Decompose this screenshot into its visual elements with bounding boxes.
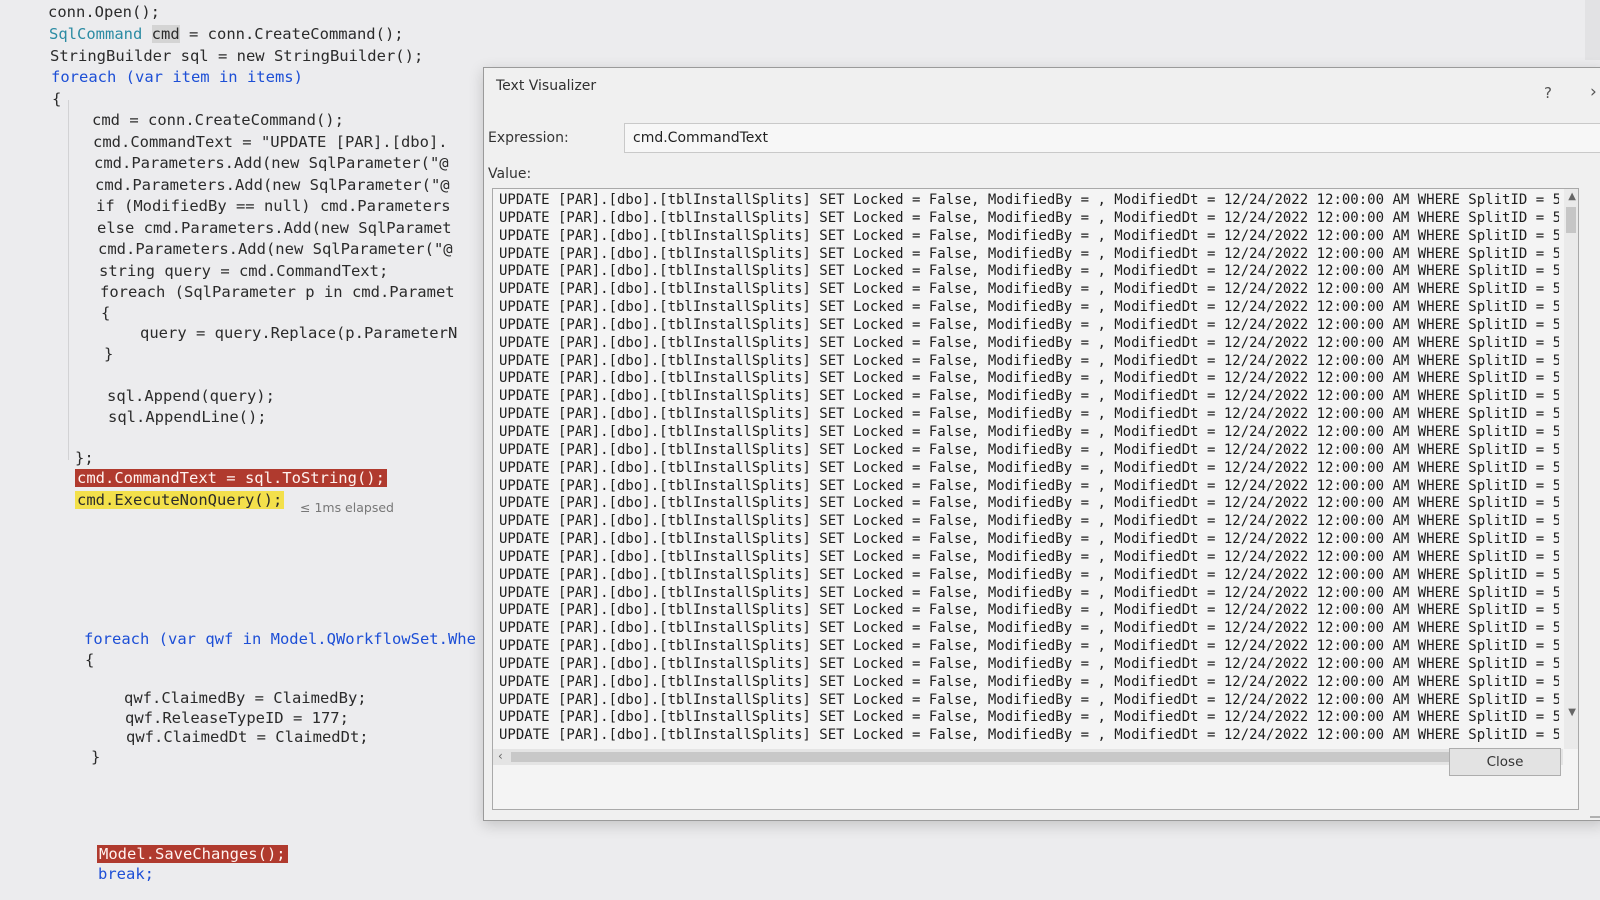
vertical-scrollbar[interactable]: ▲ ▼ <box>1564 189 1578 749</box>
next-statement[interactable]: cmd.ExecuteNonQuery(); <box>75 490 285 510</box>
code-line-3: StringBuilder sql = new StringBuilder(); <box>50 47 424 65</box>
code-line-30: break; <box>98 865 154 883</box>
scroll-thumb[interactable] <box>1566 207 1576 233</box>
perf-tip-elapsed: ≤ 1ms elapsed <box>300 500 394 515</box>
code-line-13: string query = cmd.CommandText; <box>99 262 389 280</box>
current-statement[interactable]: cmd.CommandText = sql.ToString(); <box>75 468 387 488</box>
chevron-up-icon[interactable]: ▲ <box>1568 191 1576 202</box>
code-line-2: SqlCommand cmd = conn.CreateCommand(); <box>49 25 404 43</box>
expression-field[interactable]: cmd.CommandText <box>624 123 1600 153</box>
expression-label: Expression: <box>488 130 569 146</box>
code-line-4: foreach (var item in items) <box>51 68 303 86</box>
value-label: Value: <box>488 166 532 182</box>
code-line-16: query = query.Replace(p.ParameterN <box>140 324 458 342</box>
code-line-9: cmd.Parameters.Add(new SqlParameter("@ <box>95 176 450 194</box>
code-line-11: else cmd.Parameters.Add(new SqlParamet <box>97 219 452 237</box>
code-line-20: }; <box>75 449 94 467</box>
value-text[interactable]: UPDATE [PAR].[dbo].[tblInstallSplits] SE… <box>499 192 1559 744</box>
code-line-26: qwf.ReleaseTypeID = 177; <box>125 709 349 727</box>
code-line-6: cmd = conn.CreateCommand(); <box>92 111 344 129</box>
code-line-1: conn.Open(); <box>48 3 160 21</box>
code-line-8: cmd.Parameters.Add(new SqlParameter("@ <box>94 154 449 172</box>
text-visualizer-dialog: Text Visualizer ? › Expression: cmd.Comm… <box>483 67 1600 821</box>
code-line-14: foreach (SqlParameter p in cmd.Paramet <box>100 283 455 301</box>
resize-grip[interactable] <box>1590 806 1600 818</box>
code-line-23: foreach (var qwf in Model.QWorkflowSet.W… <box>84 630 476 648</box>
code-line-7: cmd.CommandText = "UPDATE [PAR].[dbo]. <box>93 133 448 151</box>
code-line-15: { <box>101 304 111 322</box>
code-line-5: { <box>52 90 62 108</box>
dialog-title: Text Visualizer <box>496 78 597 94</box>
scroll-thumb[interactable] <box>511 752 1461 762</box>
code-line-28: } <box>91 748 101 766</box>
value-textbox[interactable]: UPDATE [PAR].[dbo].[tblInstallSplits] SE… <box>492 188 1579 810</box>
code-line-27: qwf.ClaimedDt = ClaimedDt; <box>126 728 369 746</box>
close-icon[interactable]: › <box>1590 82 1597 102</box>
code-line-29: Model.SaveChanges(); <box>97 845 288 863</box>
code-line-12: cmd.Parameters.Add(new SqlParameter("@ <box>98 240 453 258</box>
code-line-18: sql.Append(query); <box>107 387 275 405</box>
code-line-25: qwf.ClaimedBy = ClaimedBy; <box>124 689 367 707</box>
chevron-down-icon[interactable]: ▼ <box>1568 707 1576 718</box>
code-line-24: { <box>85 651 95 669</box>
code-line-17: } <box>104 345 114 363</box>
close-button[interactable]: Close <box>1449 748 1561 776</box>
indent-guide <box>68 100 69 460</box>
horizontal-scrollbar[interactable]: ‹ › <box>493 749 1563 765</box>
code-line-10: if (ModifiedBy == null) cmd.Parameters <box>96 197 451 215</box>
code-line-19: sql.AppendLine(); <box>108 408 267 426</box>
editor-scrollbar[interactable] <box>1585 0 1600 60</box>
help-button[interactable]: ? <box>1544 84 1552 102</box>
chevron-left-icon[interactable]: ‹ <box>498 749 503 763</box>
